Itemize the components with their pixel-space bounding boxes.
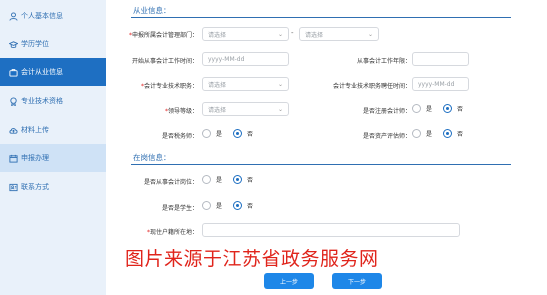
radio-button[interactable] [202, 175, 211, 184]
on-duty-label: 是否从事会计岗位： [143, 179, 198, 186]
title-select[interactable]: 请选择 ⌄ [202, 77, 289, 91]
sidebar: 个人基本信息 学历学位 会计从业信息 专业技术资格 材料上传 申报办理 联系方式 [0, 0, 106, 295]
radio-button-checked[interactable] [443, 104, 453, 113]
chevron-down-icon: ⌄ [277, 106, 283, 113]
sidebar-item-label: 申报办理 [21, 154, 49, 162]
cpa-radio-group: 是 否 [412, 104, 474, 113]
tax-no-option[interactable]: 否 [233, 129, 253, 138]
tax-label: 是否税务师： [161, 133, 198, 140]
chevron-down-icon: ⌄ [367, 31, 373, 38]
sidebar-item-personal-info[interactable]: 个人基本信息 [0, 2, 106, 30]
contact-card-icon [9, 183, 18, 192]
residence-input[interactable] [202, 223, 460, 237]
assessor-no-option[interactable]: 否 [443, 129, 463, 138]
sidebar-item-accounting-employment[interactable]: 会计从业信息 [0, 58, 106, 86]
rank-select[interactable]: 请选择 ⌄ [202, 102, 289, 116]
years-label: 从事会计工作年限： [356, 58, 411, 65]
calendar-icon [9, 154, 18, 163]
student-radio-group: 是 否 [202, 201, 264, 210]
sidebar-item-label: 学历学位 [21, 40, 49, 48]
chevron-down-icon: ⌄ [277, 31, 283, 38]
user-icon [9, 11, 18, 21]
sidebar-item-label: 材料上传 [21, 126, 49, 134]
assessor-label: 是否资产评估师： [362, 133, 411, 140]
sidebar-item-label: 个人基本信息 [21, 12, 63, 20]
radio-button-checked[interactable] [443, 129, 453, 138]
sidebar-item-material-upload[interactable]: 材料上传 [0, 116, 106, 144]
tax-radio-group: 是 否 [202, 129, 264, 138]
rank-label: *领导等级： [164, 108, 198, 115]
section-title-working: 在岗信息： [133, 153, 171, 162]
radio-button[interactable] [412, 104, 421, 113]
title-label: *会计专业技术职务： [140, 83, 198, 90]
start-date-input[interactable]: yyyy-MM-dd [202, 52, 289, 66]
graduation-cap-icon [9, 40, 18, 49]
cloud-upload-icon [9, 126, 18, 135]
residence-label: *现住户籍所在地： [146, 229, 198, 236]
sidebar-item-label: 会计从业信息 [21, 68, 63, 76]
next-button[interactable]: 下一步 [332, 273, 382, 289]
student-no-option[interactable]: 否 [233, 201, 253, 210]
dept-select-secondary[interactable]: 请选择 ⌄ [299, 27, 379, 41]
page: 个人基本信息 学历学位 会计从业信息 专业技术资格 材料上传 申报办理 联系方式… [0, 0, 547, 295]
title-date-label: 会计专业技术职务聘任时间： [332, 83, 411, 90]
certificate-icon [9, 96, 18, 106]
sidebar-item-contact[interactable]: 联系方式 [0, 173, 106, 201]
assessor-yes-option[interactable]: 是 [412, 129, 432, 138]
sidebar-item-application[interactable]: 申报办理 [0, 144, 106, 172]
radio-button[interactable] [202, 129, 211, 138]
radio-button-checked[interactable] [233, 201, 243, 210]
start-date-label: 开始从事会计工作时间： [131, 58, 198, 65]
assessor-radio-group: 是 否 [412, 129, 474, 138]
chevron-down-icon: ⌄ [277, 81, 283, 88]
sidebar-item-label: 联系方式 [21, 183, 49, 191]
tax-yes-option[interactable]: 是 [202, 129, 222, 138]
on-duty-yes-option[interactable]: 是 [202, 175, 222, 184]
dept-dash: - [291, 29, 294, 37]
on-duty-no-option[interactable]: 否 [233, 175, 253, 184]
sidebar-item-education[interactable]: 学历学位 [0, 30, 106, 58]
dept-label: *申报所属会计管理部门： [128, 32, 198, 39]
section-divider [131, 164, 511, 165]
sidebar-item-professional-qualification[interactable]: 专业技术资格 [0, 87, 106, 115]
radio-button-checked[interactable] [233, 175, 243, 184]
source-watermark: 图片来源于江苏省政务服务网 [125, 248, 379, 270]
radio-button[interactable] [412, 129, 421, 138]
dept-select-primary[interactable]: 请选择 ⌄ [202, 27, 289, 41]
cpa-no-option[interactable]: 否 [443, 104, 463, 113]
section-title-employment: 从业信息： [133, 6, 171, 15]
radio-button-checked[interactable] [233, 129, 243, 138]
briefcase-icon [9, 68, 18, 77]
student-label: 是否是学生： [161, 205, 198, 212]
cpa-yes-option[interactable]: 是 [412, 104, 432, 113]
title-date-input[interactable]: yyyy-MM-dd [412, 77, 469, 91]
years-input[interactable] [412, 52, 469, 66]
on-duty-radio-group: 是 否 [202, 175, 264, 184]
prev-button[interactable]: 上一步 [264, 273, 314, 289]
sidebar-item-label: 专业技术资格 [21, 97, 63, 105]
radio-button[interactable] [202, 201, 211, 210]
section-divider [131, 17, 511, 18]
student-yes-option[interactable]: 是 [202, 201, 222, 210]
cpa-label: 是否注册会计师： [362, 108, 411, 115]
